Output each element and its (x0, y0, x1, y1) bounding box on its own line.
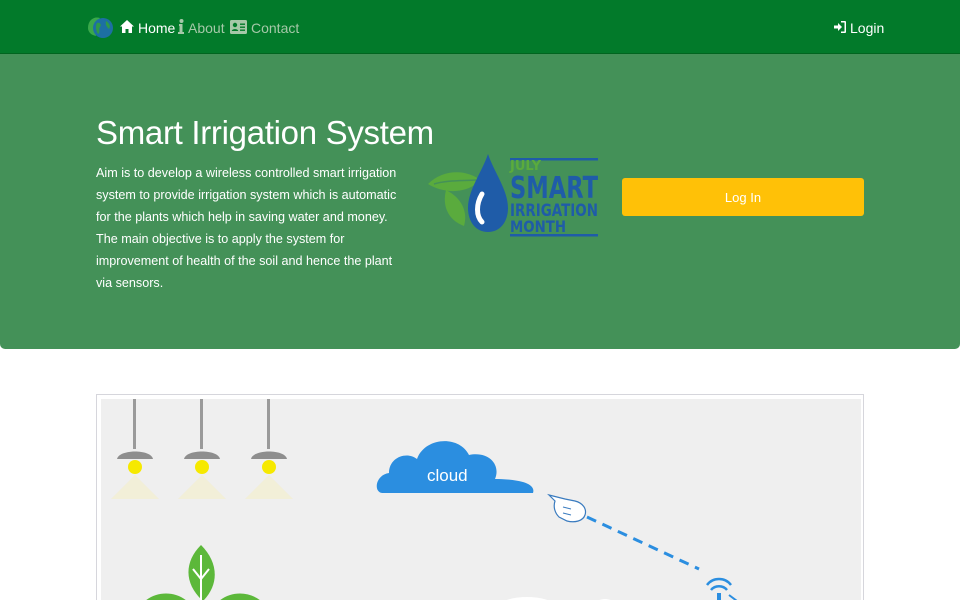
sign-in-icon (834, 20, 846, 36)
brand-logo-icon[interactable] (86, 14, 116, 42)
contact-card-icon (230, 19, 247, 37)
nav-login-link[interactable]: Login (834, 19, 884, 37)
navbar: Home About Contact Login (0, 0, 960, 54)
logo-text-month: MONTH (510, 217, 566, 236)
hero-section: Smart Irrigation System Aim is to develo… (0, 54, 960, 349)
nav-home-label: Home (138, 20, 176, 36)
nav-about-link[interactable]: About (178, 19, 225, 37)
nav-home-link[interactable]: Home (120, 19, 175, 37)
cloud-label: cloud (427, 466, 468, 485)
hero-title: Smart Irrigation System (96, 114, 434, 151)
info-icon (178, 19, 184, 37)
irrigation-diagram-image: cloud (96, 394, 864, 600)
nav-login-label: Login (850, 20, 885, 36)
nav-about-label: About (188, 20, 225, 36)
hero-description: Aim is to develop a wireless controlled … (96, 166, 397, 290)
nav-contact-label: Contact (251, 20, 300, 36)
nav-contact-link[interactable]: Contact (230, 19, 299, 37)
smart-irrigation-month-logo: JULY SMART IRRIGATION MONTH (424, 150, 604, 250)
hero-login-button[interactable]: Log In (622, 178, 864, 216)
home-icon (120, 20, 134, 36)
